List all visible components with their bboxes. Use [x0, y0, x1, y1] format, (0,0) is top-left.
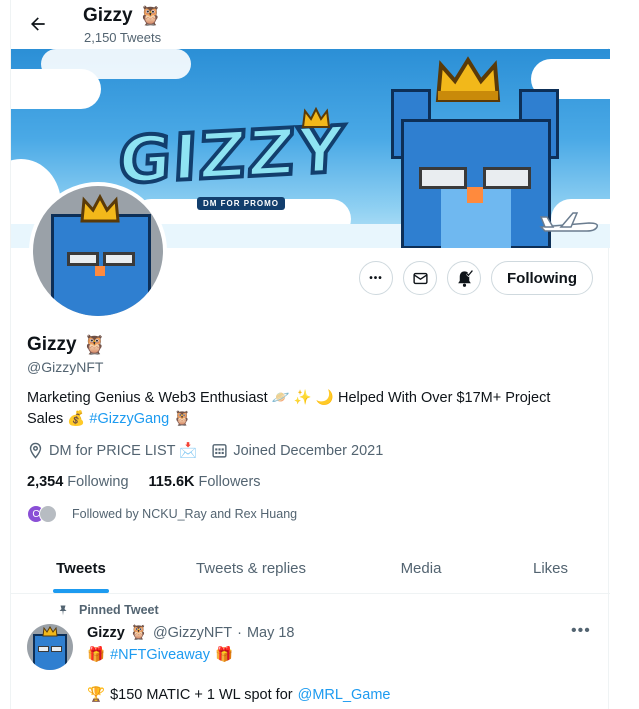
- gift-emoji-icon: 🎁: [87, 647, 106, 663]
- tab-active-indicator: [53, 589, 109, 593]
- crown-icon: [42, 626, 58, 637]
- logo-tagline: DM FOR PROMO: [197, 197, 285, 210]
- tweet-more-button[interactable]: •••: [571, 622, 591, 640]
- joined-text: Joined December 2021: [233, 442, 384, 459]
- tab-tweets-replies[interactable]: Tweets & replies: [151, 544, 351, 593]
- follower-avatar: [39, 505, 57, 523]
- profile-handle: @GizzyNFT: [27, 359, 104, 375]
- profile-avatar[interactable]: [29, 182, 167, 320]
- followers-count: 115.6K: [148, 474, 195, 490]
- tweet-separator: ·: [237, 624, 242, 641]
- more-icon: •••: [369, 272, 383, 284]
- pinned-tweet-label: Pinned Tweet: [59, 603, 159, 617]
- pinned-text: Pinned Tweet: [79, 603, 159, 617]
- followers-label: Followers: [198, 474, 261, 490]
- tweet-text: $150 MATIC + 1 WL spot for: [110, 686, 293, 703]
- bell-check-icon: [457, 269, 473, 287]
- tweet-header: Gizzy 🦉 @GizzyNFT · May 18: [87, 624, 295, 642]
- tweet-date[interactable]: May 18: [247, 625, 295, 641]
- tab-media[interactable]: Media: [351, 544, 491, 593]
- top-bar: Gizzy 🦉 2,150 Tweets: [11, 0, 610, 48]
- owl-emoji-icon: 🦉: [82, 335, 107, 356]
- header-name: Gizzy: [83, 5, 133, 26]
- owl-emoji-icon: 🦉: [138, 6, 163, 27]
- more-options-button[interactable]: •••: [359, 261, 393, 295]
- tweet-line-2: 🏆 $150 MATIC + 1 WL spot for @MRL_Game: [87, 686, 391, 704]
- tweet-author[interactable]: Gizzy: [87, 625, 125, 641]
- owl-emoji-icon: 🦉: [173, 411, 192, 427]
- crown-icon: [80, 194, 120, 223]
- back-button[interactable]: [23, 9, 53, 39]
- tab-label: Media: [400, 560, 442, 577]
- profile-name-text: Gizzy: [27, 334, 77, 355]
- tweet-avatar[interactable]: [27, 624, 73, 670]
- location-pin-icon: [29, 442, 42, 459]
- following-button[interactable]: Following: [491, 261, 593, 295]
- crown-icon: [301, 107, 331, 128]
- crown-icon: [435, 56, 501, 102]
- calendar-icon: [212, 444, 227, 458]
- profile-tabs: Tweets Tweets & replies Media Likes: [11, 544, 610, 594]
- back-arrow-icon: [31, 17, 45, 31]
- pin-icon: [59, 605, 67, 615]
- header-title: Gizzy 🦉: [83, 4, 162, 28]
- joined-item: Joined December 2021: [211, 442, 383, 459]
- following-label: Following: [67, 474, 129, 490]
- profile-column: Gizzy 🦉 2,150 Tweets GIZZY DM FOR PROMO: [10, 0, 610, 709]
- tab-label: Likes: [532, 560, 569, 577]
- followed-by[interactable]: C Followed by NCKU_Ray and Rex Huang: [27, 505, 297, 523]
- owl-emoji-icon: 🦉: [129, 625, 148, 641]
- trophy-emoji-icon: 🏆: [87, 687, 106, 703]
- profile-stats: 2,354 Following 115.6K Followers: [27, 474, 261, 490]
- location-text: DM for PRICE LIST 📩: [49, 443, 198, 459]
- tweet-count: 2,150 Tweets: [84, 30, 162, 45]
- bio-hashtag-link[interactable]: #GizzyGang: [89, 411, 169, 427]
- tweet-mention-link[interactable]: @MRL_Game: [298, 687, 391, 703]
- message-button[interactable]: [403, 261, 437, 295]
- mail-icon: [412, 272, 428, 284]
- tweet-line-1: 🎁 #NFTGiveaway 🎁: [87, 646, 234, 664]
- following-stat[interactable]: 2,354 Following: [27, 474, 129, 490]
- tab-likes[interactable]: Likes: [491, 544, 610, 593]
- tweet-handle[interactable]: @GizzyNFT: [153, 625, 232, 641]
- profile-name: Gizzy 🦉: [27, 333, 106, 357]
- banner-cloud: [41, 49, 191, 79]
- followers-stat[interactable]: 115.6K Followers: [149, 474, 261, 490]
- tab-label: Tweets: [56, 560, 106, 577]
- gift-emoji-icon: 🎁: [214, 647, 234, 663]
- profile-meta: DM for PRICE LIST 📩 Joined December 2021: [27, 442, 397, 459]
- following-count: 2,354: [27, 474, 64, 490]
- banner-owl: [391, 89, 561, 248]
- airplane-icon: [539, 212, 599, 232]
- followed-by-text: Followed by NCKU_Ray and Rex Huang: [72, 507, 298, 521]
- tweet-hashtag-link[interactable]: #NFTGiveaway: [110, 647, 210, 663]
- tab-tweets[interactable]: Tweets: [11, 544, 151, 593]
- tab-label: Tweets & replies: [195, 560, 307, 577]
- location-item: DM for PRICE LIST 📩: [27, 442, 197, 459]
- notifications-button[interactable]: [447, 261, 481, 295]
- profile-bio: Marketing Genius & Web3 Enthusiast 🪐 ✨ 🌙…: [27, 388, 587, 430]
